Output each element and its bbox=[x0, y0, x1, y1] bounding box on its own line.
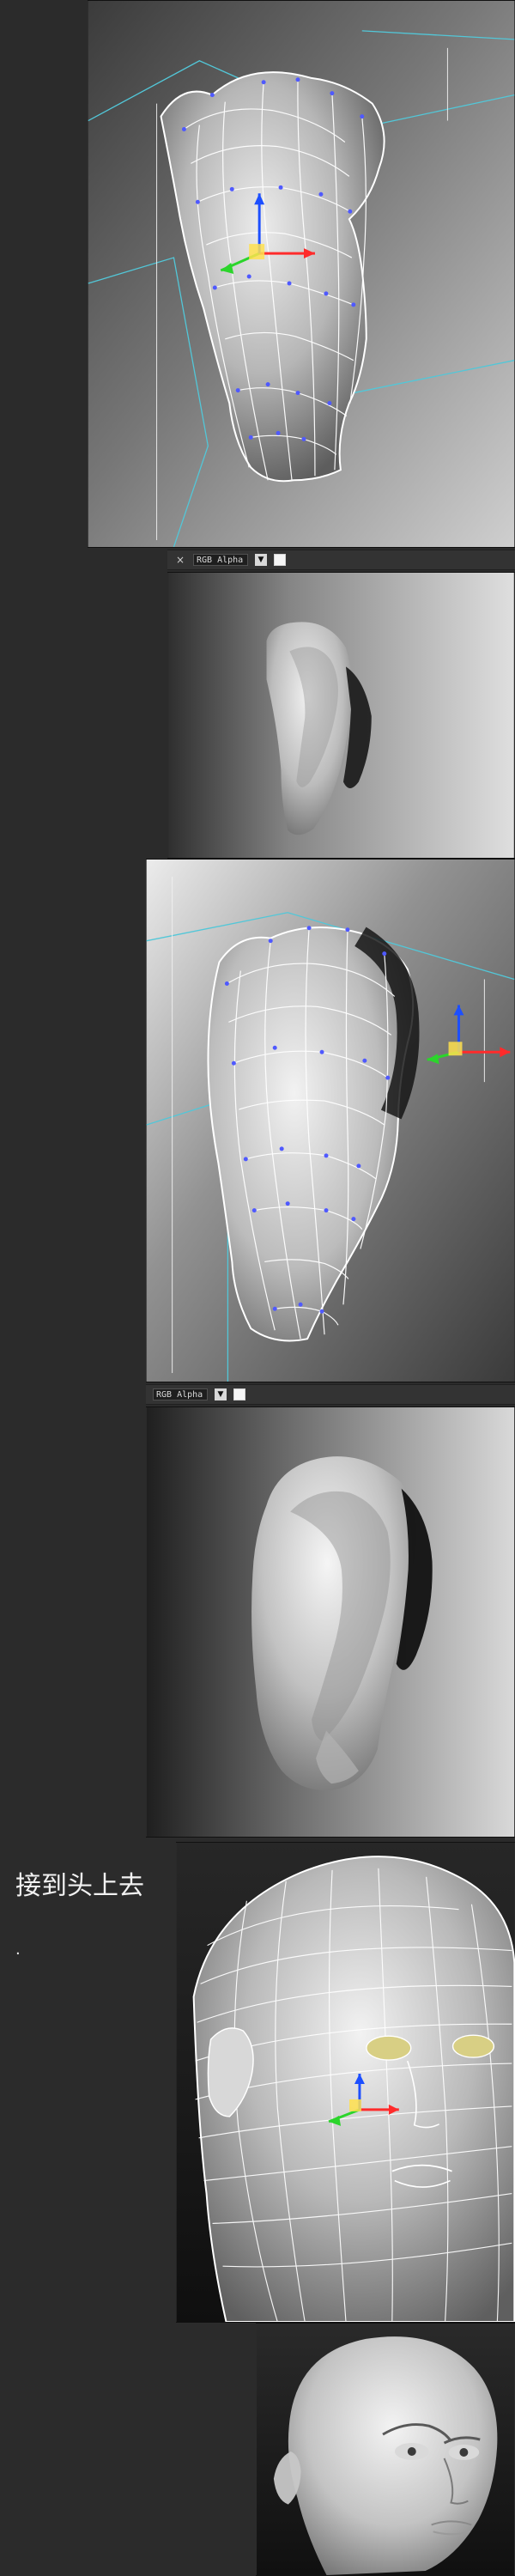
channel-dropdown-2[interactable]: RGB Alpha bbox=[153, 1388, 208, 1400]
ear-preview-canvas-1 bbox=[168, 573, 514, 858]
ear-wireframe-canvas-2 bbox=[146, 860, 515, 1382]
ear-preview-1 bbox=[167, 572, 515, 859]
ear-preview-2 bbox=[146, 1406, 515, 1838]
head-wireframe-viewport[interactable] bbox=[176, 1842, 515, 2323]
head-preview-canvas bbox=[257, 2324, 514, 2575]
head-wireframe-canvas bbox=[176, 1843, 515, 2322]
ear-wireframe-canvas-1 bbox=[88, 1, 515, 547]
caption-text: 接到头上去 bbox=[15, 1871, 144, 1901]
chevron-down-icon[interactable]: ▼ bbox=[255, 554, 267, 566]
chevron-down-icon[interactable]: ▼ bbox=[215, 1388, 227, 1400]
ear-preview-canvas-2 bbox=[146, 1407, 515, 1837]
close-icon[interactable]: × bbox=[174, 554, 186, 566]
render-toolbar-2: RGB Alpha ▼ bbox=[146, 1384, 515, 1405]
channel-dropdown[interactable]: RGB Alpha bbox=[193, 554, 248, 566]
white-swatch-icon[interactable] bbox=[274, 554, 286, 566]
render-toolbar-1: × RGB Alpha ▼ bbox=[167, 550, 515, 570]
head-preview bbox=[256, 2323, 515, 2576]
page-canvas: × RGB Alpha ▼ RGB Alpha ▼ 接到头上去 . bbox=[0, 0, 515, 2576]
caption-dot: . bbox=[15, 1941, 21, 1959]
ear-wireframe-viewport-1[interactable] bbox=[88, 0, 515, 548]
ear-wireframe-viewport-2[interactable] bbox=[146, 859, 515, 1382]
white-swatch-icon[interactable] bbox=[233, 1388, 245, 1400]
